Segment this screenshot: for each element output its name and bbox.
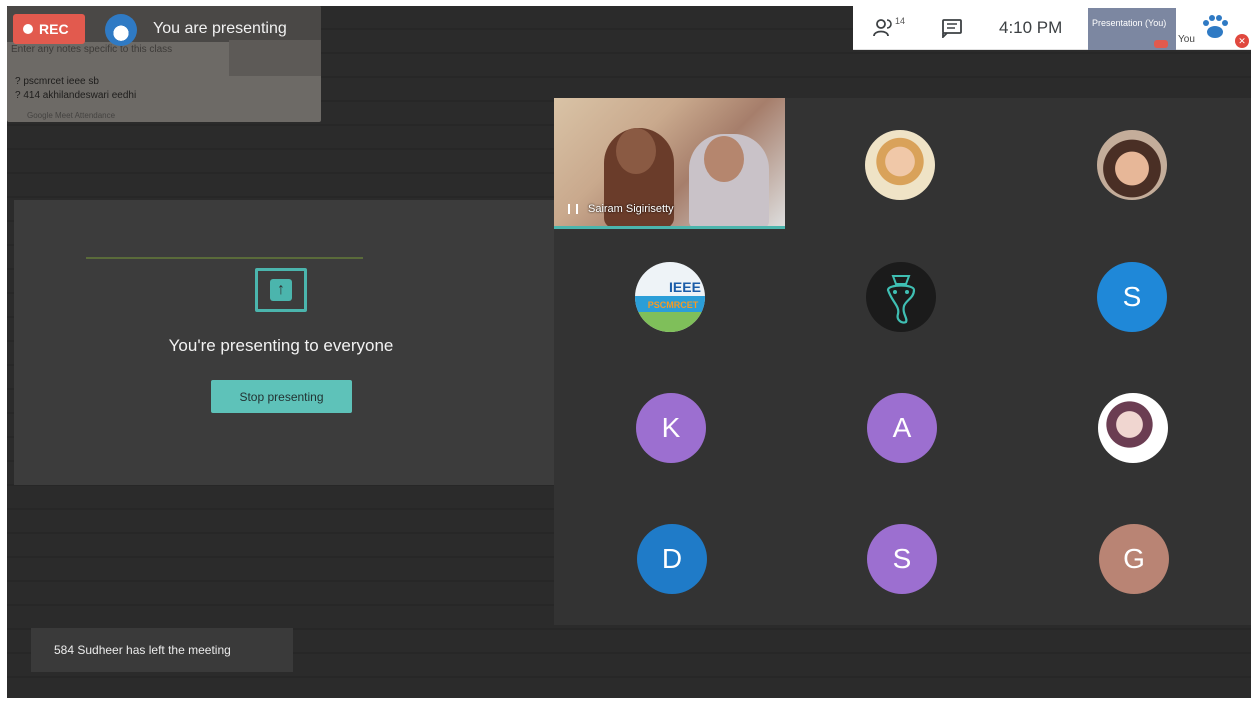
participant-video-tile[interactable]: Sairam Sigirisetty	[554, 98, 785, 229]
toast-message: 584 Sudheer has left the meeting	[54, 643, 231, 657]
participant-count: 14	[895, 16, 906, 26]
woman-portrait-avatar[interactable]	[865, 130, 935, 200]
people-icon[interactable]	[873, 18, 895, 38]
record-dot-icon	[23, 24, 33, 34]
notes-line: ? 414 akhilandeswari eedhi	[15, 90, 137, 101]
avatar-letter: S	[1122, 281, 1142, 312]
presenting-panel: ↑ You're presenting to everyone Stop pre…	[14, 200, 554, 485]
presentation-label: Presentation (You)	[1092, 18, 1167, 28]
arrow-up-icon: ↑	[270, 279, 292, 301]
pink-portrait-avatar[interactable]	[1098, 393, 1168, 463]
notes-footer: Google Meet Attendance	[27, 111, 116, 120]
ganesha-icon	[886, 275, 916, 324]
notes-line: ? pscmrcet ieee sb	[15, 76, 99, 87]
ieee-logo-avatar[interactable]: IEEE PSCMRCET	[635, 262, 705, 332]
ganesha-logo-avatar[interactable]	[866, 262, 936, 332]
attendance-notes-panel: Enter any notes specific to this class ?…	[7, 6, 321, 122]
participant-avatar-a[interactable]: A	[867, 393, 937, 463]
avatar-letter: S	[892, 543, 912, 574]
participant-avatar-k[interactable]: K	[636, 393, 706, 463]
presentation-badge	[1154, 40, 1168, 48]
chat-icon[interactable]	[941, 18, 963, 38]
presenting-title: You're presenting to everyone	[168, 336, 394, 355]
video-person-head	[616, 128, 656, 174]
audio-level-icon	[568, 204, 578, 214]
meeting-top-bar: 14 4:10 PM Presentation (You) You ✕	[853, 6, 1251, 50]
notes-side-button[interactable]	[229, 40, 321, 76]
avatar-letter: D	[661, 543, 683, 574]
avatar-letter: A	[892, 412, 912, 443]
participant-avatar-s[interactable]: S	[867, 524, 937, 594]
avatar-letter: G	[1123, 543, 1145, 574]
participant-avatar-g[interactable]: G	[1099, 524, 1169, 594]
present-screen-icon: ↑	[255, 268, 307, 312]
participant-avatar-d[interactable]: D	[637, 524, 707, 594]
presenting-status: You are presenting	[153, 20, 287, 37]
paw-avatar-icon[interactable]	[1200, 12, 1230, 40]
video-person-head	[704, 136, 744, 182]
ieee-logo-subtext: PSCMRCET	[648, 300, 699, 310]
ieee-logo-icon: IEEE PSCMRCET	[635, 279, 705, 332]
record-label: REC	[39, 21, 69, 37]
participant-name: Sairam Sigirisetty	[588, 203, 674, 215]
self-label: You	[1178, 34, 1195, 45]
avatar-letter: K	[661, 412, 681, 443]
participant-avatar-s[interactable]: S	[1097, 262, 1167, 332]
record-button[interactable]: REC	[13, 14, 85, 44]
ieee-logo-text: IEEE	[669, 279, 701, 295]
meeting-clock: 4:10 PM	[999, 18, 1063, 37]
meeting-toast: 584 Sudheer has left the meeting	[31, 628, 293, 672]
presenter-avatar	[105, 14, 137, 46]
mic-muted-icon: ✕	[1235, 34, 1249, 48]
notes-hint: Enter any notes specific to this class	[11, 44, 173, 55]
stop-presenting-button[interactable]: Stop presenting	[211, 380, 352, 413]
girl-portrait-avatar[interactable]	[1097, 130, 1167, 200]
divider	[86, 257, 363, 259]
